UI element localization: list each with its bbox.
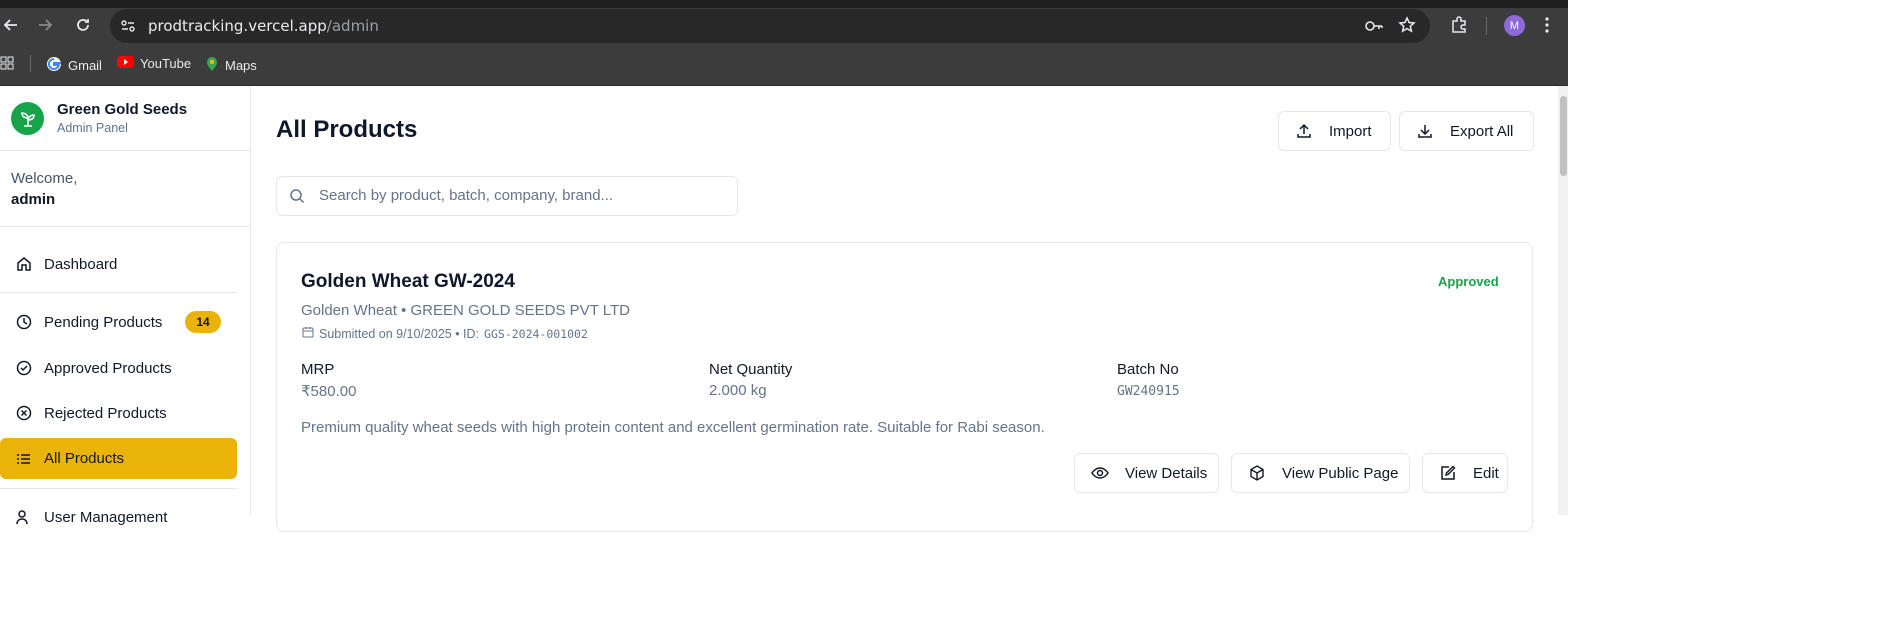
view-details-button[interactable]: View Details (1074, 453, 1219, 493)
net-quantity-label: Net Quantity (709, 361, 793, 378)
clock-icon (15, 313, 33, 331)
mrp-label: MRP (301, 361, 335, 378)
sidebar-item-label: User Management (44, 508, 168, 526)
net-quantity-value: 2.000 kg (709, 382, 767, 399)
x-circle-icon (15, 404, 33, 422)
forward-icon[interactable] (34, 14, 56, 36)
home-icon (15, 255, 33, 273)
key-icon[interactable] (1364, 18, 1384, 39)
bookmark-maps[interactable]: Maps (205, 56, 257, 75)
toolbar-divider (1486, 17, 1487, 35)
search-icon (289, 188, 305, 209)
back-icon[interactable] (0, 14, 22, 36)
sidebar-item-label: Dashboard (44, 255, 118, 273)
product-brand-company: Golden Wheat • GREEN GOLD SEEDS PVT LTD (301, 302, 630, 319)
export-all-button[interactable]: Export All (1399, 111, 1534, 151)
view-details-label: View Details (1125, 464, 1208, 482)
edit-button[interactable]: Edit (1422, 453, 1508, 493)
batch-no-label: Batch No (1117, 361, 1179, 378)
download-icon (1416, 122, 1434, 140)
site-info-icon[interactable] (120, 18, 136, 39)
export-label: Export All (1450, 122, 1514, 140)
scrollbar-thumb[interactable] (1560, 96, 1567, 176)
import-label: Import (1329, 122, 1372, 140)
bookmark-gmail[interactable]: Gmail (46, 56, 102, 75)
edit-label: Edit (1473, 464, 1499, 482)
brand-name: Green Gold Seeds (57, 101, 188, 118)
check-circle-icon (15, 359, 33, 377)
sidebar-item-dashboard[interactable]: Dashboard (0, 244, 237, 284)
sidebar-item-label: Approved Products (44, 359, 172, 377)
sidebar-item-users[interactable]: User Management (0, 497, 237, 537)
sidebar-item-label: All Products (44, 450, 125, 467)
brand-subtitle: Admin Panel (57, 121, 128, 135)
welcome-username: admin (11, 191, 56, 208)
sprout-icon (11, 102, 44, 135)
bookmark-label: Gmail (68, 58, 102, 73)
calendar-icon (302, 326, 314, 341)
url-text[interactable]: prodtracking.vercel.app/admin (148, 17, 379, 35)
welcome-text: Welcome, (11, 170, 78, 187)
apps-grid-icon[interactable] (0, 56, 14, 75)
list-icon (15, 450, 33, 468)
divider (0, 226, 250, 227)
sidebar-item-label: Rejected Products (44, 404, 167, 422)
menu-dots-icon[interactable] (1544, 16, 1550, 39)
profile-avatar[interactable]: M (1504, 15, 1525, 36)
view-public-page-label: View Public Page (1282, 464, 1399, 482)
page-title: All Products (276, 116, 418, 143)
bookmark-youtube[interactable]: YouTube (117, 56, 191, 71)
maps-pin-icon (205, 56, 219, 75)
product-meta: Submitted on 9/10/2025 • ID: GGS-2024-00… (302, 326, 588, 341)
eye-icon (1091, 464, 1109, 482)
batch-no-value: GW240915 (1117, 384, 1180, 399)
users-icon (15, 508, 33, 526)
youtube-icon (117, 56, 134, 71)
profile-initial: M (1509, 19, 1520, 32)
star-icon[interactable] (1398, 16, 1416, 39)
url-path: /admin (326, 17, 379, 35)
product-id: GGS-2024-001002 (484, 326, 588, 341)
sidebar-item-pending[interactable]: Pending Products 14 (0, 302, 237, 342)
reload-icon[interactable] (72, 14, 94, 36)
sidebar-item-approved[interactable]: Approved Products (0, 348, 237, 388)
bookmark-divider (30, 55, 31, 72)
pending-count-badge: 14 (185, 311, 221, 333)
tab-strip (0, 0, 1568, 8)
extensions-icon[interactable] (1450, 16, 1468, 39)
divider (0, 292, 237, 293)
edit-icon (1439, 464, 1457, 482)
divider (0, 488, 237, 489)
search-input[interactable] (317, 186, 731, 205)
bookmark-label: YouTube (140, 56, 192, 71)
import-button[interactable]: Import (1278, 111, 1391, 151)
sidebar-item-rejected[interactable]: Rejected Products (0, 393, 237, 433)
bookmark-label: Maps (225, 58, 257, 73)
sidebar-item-label: Pending Products (44, 313, 163, 331)
status-badge: Approved (1438, 274, 1499, 289)
sidebar-item-all-products[interactable]: All Products (0, 438, 237, 479)
view-public-page-button[interactable]: View Public Page (1231, 453, 1410, 493)
upload-icon (1295, 122, 1313, 140)
product-name: Golden Wheat GW-2024 (301, 271, 515, 292)
divider (0, 150, 250, 151)
product-description: Premium quality wheat seeds with high pr… (301, 419, 1045, 436)
search-field[interactable] (276, 176, 738, 216)
url-host: prodtracking.vercel.app (148, 17, 327, 35)
google-icon (46, 56, 62, 75)
package-icon (1248, 464, 1266, 482)
mrp-value: ₹580.00 (301, 383, 357, 400)
submitted-text: Submitted on 9/10/2025 • ID: (319, 326, 480, 341)
